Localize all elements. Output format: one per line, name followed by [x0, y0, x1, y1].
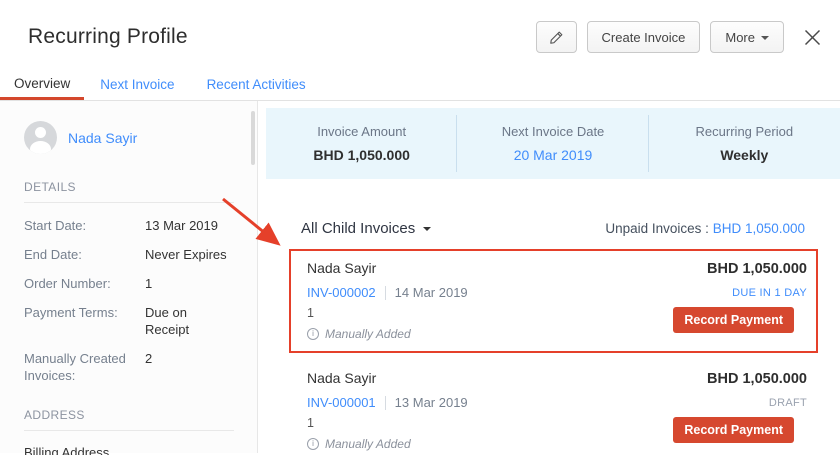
detail-label: Start Date:: [24, 217, 145, 234]
detail-row-order-number: Order Number: 1: [24, 275, 233, 292]
detail-value: 13 Mar 2019: [145, 217, 218, 234]
invoice-customer: Nada Sayir: [307, 370, 468, 386]
avatar: [24, 121, 57, 154]
pencil-icon: [549, 30, 564, 45]
detail-row-start-date: Start Date: 13 Mar 2019: [24, 217, 233, 234]
child-invoice-list: Nada Sayir INV-000002 14 Mar 2019 1 i Ma…: [289, 249, 818, 455]
invoice-card-inv-000001[interactable]: Nada Sayir INV-000001 13 Mar 2019 1 i Ma…: [289, 359, 818, 455]
sidebar-scrollbar-thumb[interactable]: [251, 111, 255, 165]
caret-down-icon: [761, 36, 769, 40]
customer-name-link[interactable]: Nada Sayir: [68, 130, 137, 146]
record-payment-button[interactable]: Record Payment: [673, 307, 794, 333]
detail-value: 2: [145, 350, 152, 384]
detail-row-payment-terms: Payment Terms: Due on Receipt: [24, 304, 233, 338]
summary-next-invoice-date: Next Invoice Date 20 Mar 2019: [457, 108, 648, 179]
more-button-label: More: [725, 30, 755, 45]
address-section-title: ADDRESS: [24, 408, 233, 422]
invoice-quantity: 1: [307, 306, 468, 320]
detail-value: 1: [145, 275, 152, 292]
filter-label: All Child Invoices: [301, 220, 415, 237]
invoice-amount: BHD 1,050.000: [707, 371, 807, 387]
info-icon: i: [307, 438, 319, 450]
create-invoice-button[interactable]: Create Invoice: [587, 21, 701, 53]
summary-value: Weekly: [720, 147, 768, 163]
invoice-status-badge: DUE IN 1 DAY: [732, 287, 807, 299]
summary-invoice-amount: Invoice Amount BHD 1,050.000: [266, 108, 457, 179]
invoice-note: Manually Added: [325, 327, 411, 341]
detail-label: Order Number:: [24, 275, 145, 292]
summary-value: BHD 1,050.000: [313, 147, 410, 163]
invoice-note: Manually Added: [325, 437, 411, 451]
tab-overview[interactable]: Overview: [0, 69, 84, 100]
invoice-number-link[interactable]: INV-000002: [307, 285, 376, 300]
detail-row-manual-invoices: Manually Created Invoices: 2: [24, 350, 233, 384]
next-invoice-date-link[interactable]: 20 Mar 2019: [514, 147, 593, 163]
summary-label: Recurring Period: [696, 124, 794, 139]
header-actions: Create Invoice More: [536, 21, 824, 53]
detail-label: Payment Terms:: [24, 304, 145, 338]
invoice-quantity: 1: [307, 416, 468, 430]
address-section: ADDRESS Billing Address: [24, 408, 233, 455]
summary-strip: Invoice Amount BHD 1,050.000 Next Invoic…: [266, 108, 840, 179]
detail-row-end-date: End Date: Never Expires: [24, 246, 233, 263]
summary-recurring-period: Recurring Period Weekly: [649, 108, 840, 179]
separator: [385, 286, 386, 300]
summary-label: Invoice Amount: [317, 124, 406, 139]
invoice-date: 13 Mar 2019: [395, 395, 468, 410]
sidebar: Nada Sayir DETAILS Start Date: 13 Mar 20…: [0, 101, 258, 453]
unpaid-invoices-summary: Unpaid Invoices : BHD 1,050.000: [605, 221, 805, 236]
info-icon: i: [307, 328, 319, 340]
more-button[interactable]: More: [710, 21, 784, 53]
close-icon[interactable]: [800, 25, 824, 49]
detail-label: End Date:: [24, 246, 145, 263]
child-invoices-header: All Child Invoices Unpaid Invoices : BHD…: [301, 220, 805, 237]
invoice-date: 14 Mar 2019: [395, 285, 468, 300]
billing-address-label: Billing Address: [24, 445, 233, 455]
invoice-amount: BHD 1,050.000: [707, 261, 807, 277]
unpaid-label: Unpaid Invoices :: [605, 221, 709, 236]
tab-recent-activities[interactable]: Recent Activities: [191, 70, 322, 100]
divider: [24, 430, 234, 431]
tab-next-invoice[interactable]: Next Invoice: [84, 70, 190, 100]
header: Recurring Profile Create Invoice More: [0, 0, 840, 70]
record-payment-button[interactable]: Record Payment: [673, 417, 794, 443]
invoice-customer: Nada Sayir: [307, 260, 468, 276]
separator: [385, 396, 386, 410]
invoice-card-inv-000002[interactable]: Nada Sayir INV-000002 14 Mar 2019 1 i Ma…: [289, 249, 818, 353]
details-section-title: DETAILS: [24, 180, 233, 194]
unpaid-amount-link[interactable]: BHD 1,050.000: [713, 221, 805, 236]
summary-label: Next Invoice Date: [502, 124, 605, 139]
detail-value: Never Expires: [145, 246, 227, 263]
invoice-status-badge: DRAFT: [769, 397, 807, 409]
edit-button[interactable]: [536, 21, 577, 53]
recurring-profile-page: Recurring Profile Create Invoice More: [0, 0, 840, 455]
detail-label: Manually Created Invoices:: [24, 350, 145, 384]
tab-bar: Overview Next Invoice Recent Activities: [0, 70, 840, 101]
invoice-number-link[interactable]: INV-000001: [307, 395, 376, 410]
caret-down-icon: [423, 227, 431, 231]
child-invoices-filter-dropdown[interactable]: All Child Invoices: [301, 220, 431, 237]
content: Nada Sayir DETAILS Start Date: 13 Mar 20…: [0, 101, 840, 453]
page-title: Recurring Profile: [28, 25, 188, 49]
main-panel: Invoice Amount BHD 1,050.000 Next Invoic…: [258, 101, 840, 453]
detail-value: Due on Receipt: [145, 304, 233, 338]
customer-summary: Nada Sayir: [24, 121, 233, 154]
divider: [24, 202, 234, 203]
